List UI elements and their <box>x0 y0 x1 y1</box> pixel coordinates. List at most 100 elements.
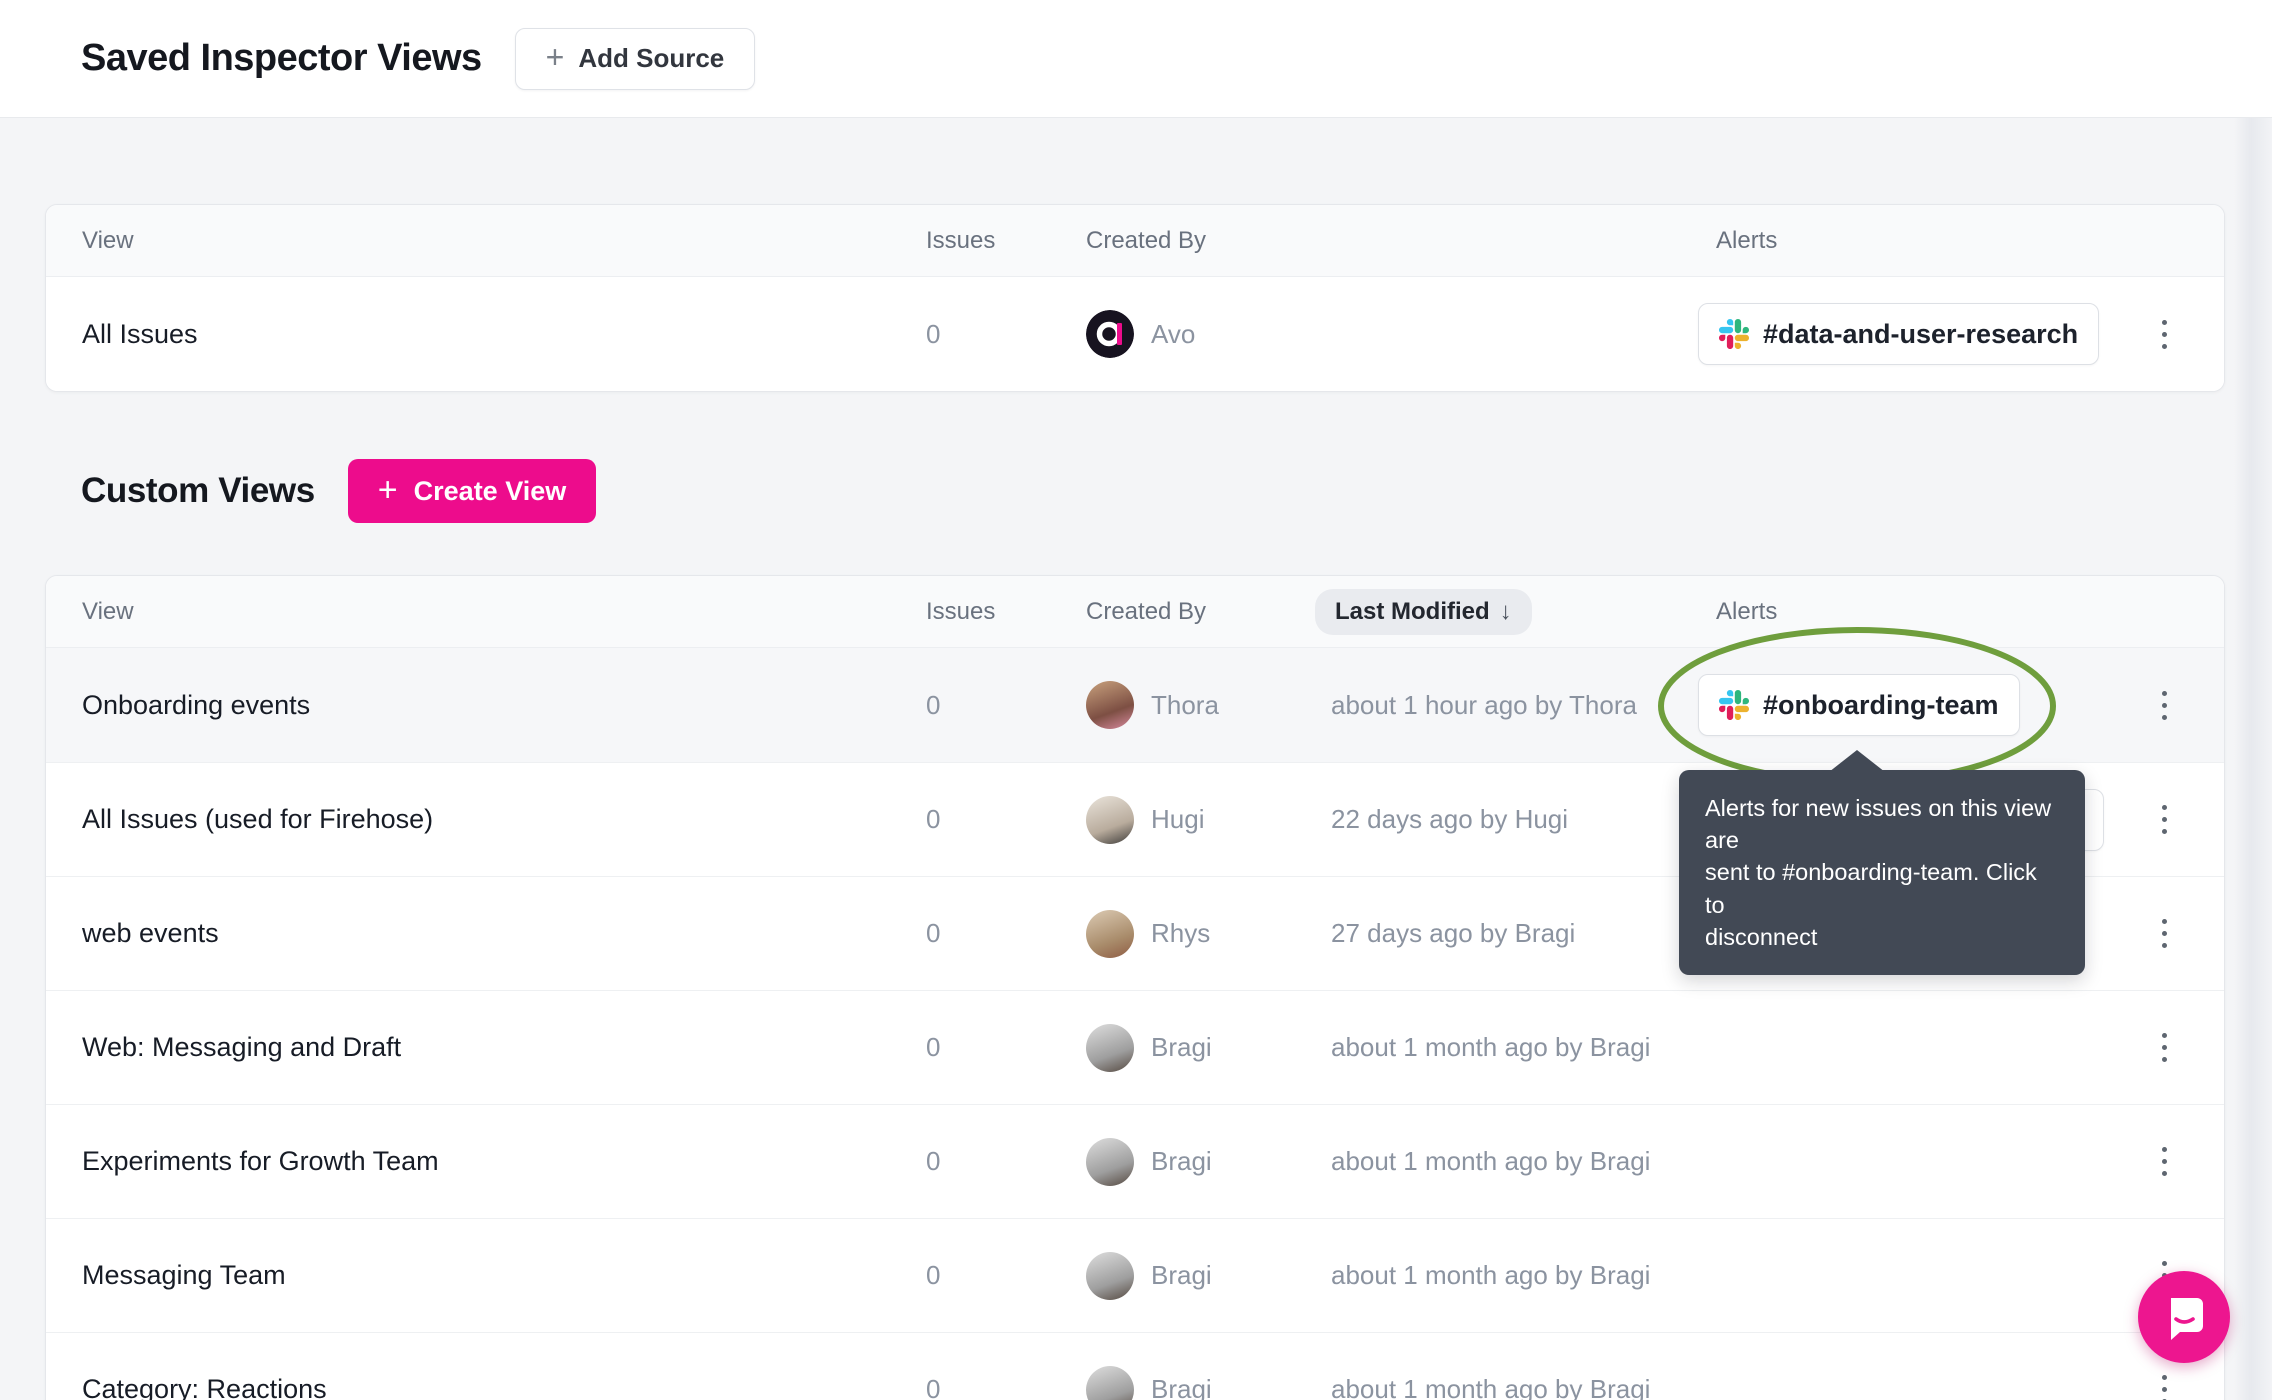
view-name: Experiments for Growth Team <box>46 1146 926 1177</box>
view-name: All Issues <box>46 319 926 350</box>
last-modified-text: about 1 month ago by Bragi <box>1331 1260 1698 1291</box>
alerts-cell: #onboarding-team <box>1698 648 2104 762</box>
avo-logo-avatar <box>1086 310 1134 358</box>
table-row[interactable]: Web: Messaging and Draft0 Bragi about 1 mo… <box>46 990 2224 1104</box>
kebab-icon <box>2162 1375 2167 1380</box>
saved-table-body: All Issues0 Avo #data-and-user-research <box>46 277 2224 391</box>
plus-icon: + <box>546 41 565 73</box>
last-modified-text: about 1 hour ago by Thora <box>1331 690 1698 721</box>
issues-count: 0 <box>926 1146 1086 1177</box>
custom-table-body: Onboarding events0Thoraabout 1 hour ago … <box>46 648 2224 1400</box>
issues-count: 0 <box>926 690 1086 721</box>
table-row[interactable]: All Issues0 Avo #data-and-user-research <box>46 277 2224 391</box>
user-avatar <box>1086 1366 1134 1400</box>
slack-alert-chip[interactable]: #onboarding-team <box>1698 674 2020 736</box>
chat-launcher-button[interactable] <box>2138 1271 2230 1363</box>
created-by-cell: Avo <box>1086 310 1331 358</box>
creator-name: Rhys <box>1151 918 1210 949</box>
creator-name: Hugi <box>1151 804 1204 835</box>
alerts-cell: #data-and-user-research <box>1698 277 2104 391</box>
created-by-cell: Thora <box>1086 681 1331 729</box>
alerts-cell <box>1698 1219 2104 1332</box>
kebab-icon <box>2162 691 2167 696</box>
column-header-view: View <box>46 227 926 255</box>
custom-views-title: Custom Views <box>81 471 315 511</box>
created-by-cell: Bragi <box>1086 1252 1331 1300</box>
user-avatar <box>1086 1252 1134 1300</box>
row-menu-button[interactable] <box>2142 675 2186 735</box>
view-name: Messaging Team <box>46 1260 926 1291</box>
column-header-view: View <box>46 598 926 626</box>
add-source-button[interactable]: + Add Source <box>515 28 756 90</box>
column-header-issues: Issues <box>926 227 1086 255</box>
slack-alert-chip[interactable]: #data-and-user-research <box>1698 303 2099 365</box>
creator-name: Bragi <box>1151 1374 1212 1400</box>
column-header-created-by: Created By <box>1086 227 1331 255</box>
kebab-icon <box>2162 320 2167 325</box>
user-avatar <box>1086 796 1134 844</box>
user-avatar <box>1086 1024 1134 1072</box>
last-modified-text: about 1 month ago by Bragi <box>1331 1374 1698 1400</box>
row-menu-button[interactable] <box>2142 1360 2186 1400</box>
kebab-icon <box>2162 919 2167 924</box>
created-by-cell: Rhys <box>1086 910 1331 958</box>
row-menu-button[interactable] <box>2142 304 2186 364</box>
issues-count: 0 <box>926 1374 1086 1400</box>
slack-channel-label: #data-and-user-research <box>1763 319 2078 350</box>
issues-count: 0 <box>926 918 1086 949</box>
column-header-alerts: Alerts <box>1698 598 2104 626</box>
row-menu-button[interactable] <box>2142 790 2186 850</box>
sort-column-label: Last Modified <box>1335 598 1490 626</box>
create-view-button[interactable]: + Create View <box>348 459 596 523</box>
row-menu-button[interactable] <box>2142 904 2186 964</box>
creator-name: Thora <box>1151 690 1219 721</box>
custom-views-section-header: Custom Views + Create View <box>81 459 596 523</box>
page-scrollbar-gutter[interactable] <box>2234 0 2272 1400</box>
created-by-cell: Bragi <box>1086 1024 1331 1072</box>
creator-name: Avo <box>1151 319 1195 350</box>
issues-count: 0 <box>926 804 1086 835</box>
column-header-created-by: Created By <box>1086 598 1331 626</box>
slack-channel-label: #onboarding-team <box>1763 690 1999 721</box>
alerts-cell <box>1698 1105 2104 1218</box>
alerts-cell <box>1698 1333 2104 1400</box>
slack-icon <box>1719 690 1749 720</box>
creator-name: Bragi <box>1151 1260 1212 1291</box>
view-name: Category: Reactions <box>46 1374 926 1400</box>
issues-count: 0 <box>926 1032 1086 1063</box>
table-row[interactable]: Experiments for Growth Team0Bragiabout 1… <box>46 1104 2224 1218</box>
view-name: web events <box>46 918 926 949</box>
alert-disconnect-tooltip: Alerts for new issues on this view are s… <box>1679 770 2085 975</box>
view-name: All Issues (used for Firehose) <box>46 804 926 835</box>
last-modified-text: 22 days ago by Hugi <box>1331 804 1698 835</box>
view-name: Onboarding events <box>46 690 926 721</box>
custom-table-header: View Issues Created By Last Modified ↓ A… <box>46 576 2224 648</box>
alerts-cell <box>1698 991 2104 1104</box>
page-header: Saved Inspector Views + Add Source <box>0 0 2272 118</box>
user-avatar <box>1086 1138 1134 1186</box>
sort-descending-icon: ↓ <box>1500 598 1512 626</box>
table-row[interactable]: Category: Reactions0 Bragi about 1 month a… <box>46 1332 2224 1400</box>
row-menu-button[interactable] <box>2142 1132 2186 1192</box>
table-row[interactable]: Onboarding events0 Thora about 1 hour ago … <box>46 648 2224 762</box>
chat-bubble-icon <box>2159 1292 2209 1342</box>
last-modified-text: about 1 month ago by Bragi <box>1331 1032 1698 1063</box>
table-row[interactable]: Messaging Team0 Bragi about 1 month ago by… <box>46 1218 2224 1332</box>
last-modified-text: about 1 month ago by Bragi <box>1331 1146 1698 1177</box>
sort-by-last-modified-button[interactable]: Last Modified ↓ <box>1315 589 1532 635</box>
creator-name: Bragi <box>1151 1032 1212 1063</box>
issues-count: 0 <box>926 1260 1086 1291</box>
column-header-issues: Issues <box>926 598 1086 626</box>
kebab-icon <box>2162 1147 2167 1152</box>
column-header-alerts: Alerts <box>1698 227 2104 255</box>
add-source-label: Add Source <box>578 43 724 74</box>
issues-count: 0 <box>926 319 1086 350</box>
view-name: Web: Messaging and Draft <box>46 1032 926 1063</box>
last-modified-text: 27 days ago by Bragi <box>1331 918 1698 949</box>
user-avatar <box>1086 681 1134 729</box>
custom-views-table: View Issues Created By Last Modified ↓ A… <box>45 575 2225 1400</box>
row-menu-button[interactable] <box>2142 1018 2186 1078</box>
created-by-cell: Hugi <box>1086 796 1331 844</box>
kebab-icon <box>2162 805 2167 810</box>
created-by-cell: Bragi <box>1086 1366 1331 1400</box>
